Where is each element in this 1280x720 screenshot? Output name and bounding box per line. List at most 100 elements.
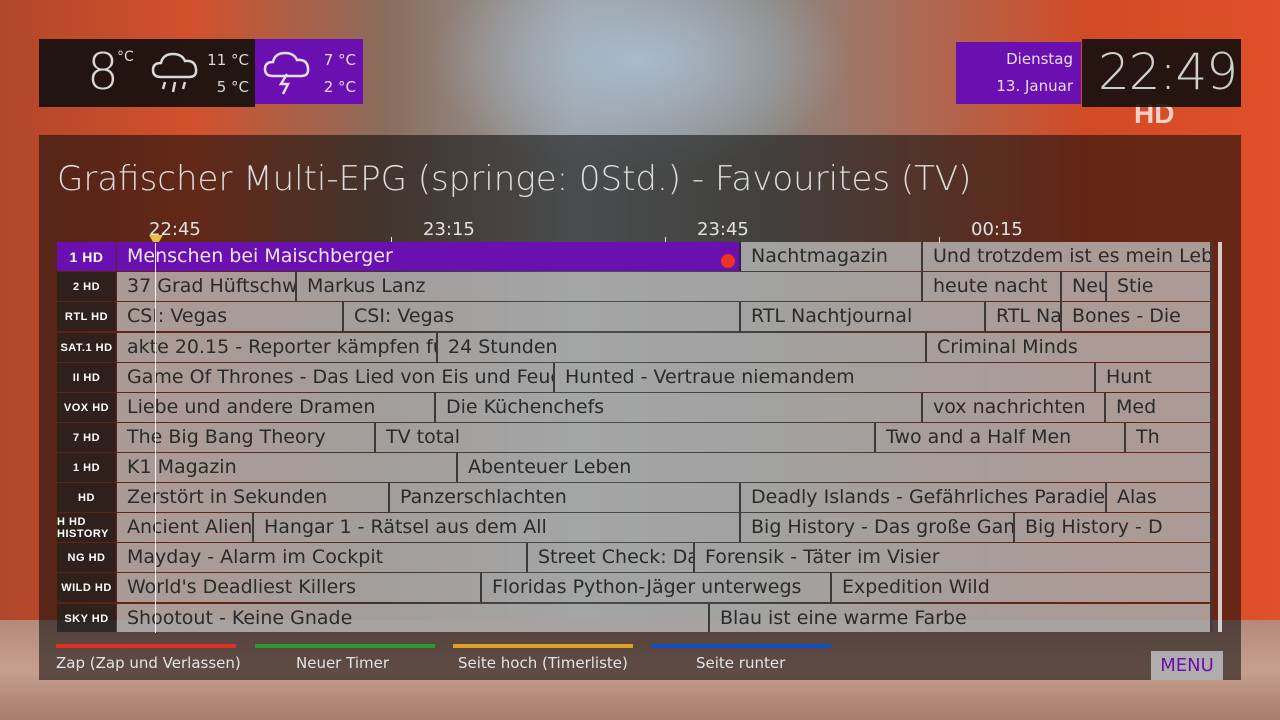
program-cell[interactable]: TV total <box>376 423 876 452</box>
blue-key-label[interactable]: Seite runter <box>696 654 785 672</box>
program-title: K1 Magazin <box>127 456 237 478</box>
program-cell[interactable]: Blau ist eine warme Farbe <box>710 604 1212 632</box>
program-cell[interactable]: Und trotzdem ist es mein Leben <box>923 242 1212 271</box>
program-cell[interactable]: Die Küchenchefs <box>436 393 923 422</box>
yellow-key-indicator <box>453 644 633 648</box>
program-title: CSI: Vegas <box>354 305 455 327</box>
program-title: Alas <box>1117 486 1157 508</box>
epg-scrollbar[interactable] <box>1218 242 1222 632</box>
program-cell[interactable]: Criminal Minds <box>927 333 1212 362</box>
program-cell[interactable]: Street Check: Das Wissen <box>528 543 695 572</box>
time-label: 23:15 <box>423 219 475 240</box>
epg-row: 7 HD The Big Bang Theory TV total Two and a… <box>57 423 1212 453</box>
program-cell[interactable]: Neu <box>1062 272 1107 301</box>
program-title: 37 Grad Hüftschwung <box>127 275 297 297</box>
program-cell[interactable]: Ancient Aliens <box>117 513 254 542</box>
rtl-hd-logo: RTL HD <box>57 302 116 331</box>
weather-forecast: 7 °C 2 °C <box>255 39 363 104</box>
program-cell[interactable]: Forensik - Täter im Visier <box>695 543 1212 572</box>
program-cell[interactable]: Expedition Wild <box>832 573 1212 602</box>
zdf-hd-logo: 2 HD <box>57 272 116 301</box>
program-cell[interactable]: CSI: Vegas <box>117 302 344 331</box>
kabel-eins-hd-logo: 1 HD <box>57 453 116 482</box>
red-key-label[interactable]: Zap (Zap und Verlassen) <box>56 654 241 672</box>
program-title: Menschen bei Maischberger <box>127 245 393 267</box>
program-title: Big History - Das große Ganze <box>751 516 1015 538</box>
program-cell[interactable]: CSI: Vegas <box>344 302 741 331</box>
program-title: Mayday - Alarm im Cockpit <box>127 546 384 568</box>
clock-time: 22:49 <box>1098 43 1238 101</box>
current-temperature: 8 <box>87 43 119 101</box>
program-title: 24 Stunden <box>448 336 558 358</box>
sky-cinema-hd-logo: SKY HD <box>57 604 116 632</box>
prosieben-hd-logo: 7 HD <box>57 423 116 452</box>
program-cell[interactable]: 37 Grad Hüftschwung <box>117 272 297 301</box>
program-cell[interactable]: Two and a Half Men <box>876 423 1126 452</box>
nat-geo-wild-hd-logo: WILD HD <box>57 573 116 602</box>
program-cell[interactable]: 24 Stunden <box>438 333 927 362</box>
blue-key-indicator <box>651 644 831 648</box>
program-cell[interactable]: Zerstört in Sekunden <box>117 483 390 512</box>
program-cell[interactable]: Th <box>1126 423 1212 452</box>
rain-cloud-icon <box>151 52 198 93</box>
program-cell[interactable]: Alas <box>1107 483 1212 512</box>
program-title: Shootout - Keine Gnade <box>127 607 353 629</box>
program-cell[interactable]: heute nacht <box>923 272 1062 301</box>
date-widget: Dienstag 13. Januar <box>956 42 1081 104</box>
program-title: Abenteuer Leben <box>468 456 632 478</box>
epg-row: SAT.1 HD akte 20.15 - Reporter kämpfen fü… <box>57 333 1212 363</box>
epg-title: Grafischer Multi-EPG (springe: 0Std.) - … <box>57 159 972 199</box>
program-cell[interactable]: Mayday - Alarm im Cockpit <box>117 543 528 572</box>
program-cell[interactable]: Big History - D <box>1015 513 1212 542</box>
green-key-label[interactable]: Neuer Timer <box>296 654 389 672</box>
program-cell[interactable]: Markus Lanz <box>297 272 923 301</box>
yellow-key-label[interactable]: Seite hoch (Timerliste) <box>458 654 628 672</box>
program-title: Bones - Die <box>1072 305 1181 327</box>
program-cell[interactable]: Game Of Thrones - Das Lied von Eis und F… <box>117 363 555 392</box>
program-title: Blau ist eine warme Farbe <box>720 607 967 629</box>
program-title: The Big Bang Theory <box>127 426 326 448</box>
program-cell[interactable]: Menschen bei Maischberger <box>117 242 741 271</box>
discovery-hd-logo: HD <box>57 483 116 512</box>
program-cell[interactable]: Hunt <box>1096 363 1212 392</box>
program-title: Stie <box>1117 275 1154 297</box>
program-cell[interactable]: Shootout - Keine Gnade <box>117 604 710 632</box>
program-cell[interactable]: vox nachrichten <box>923 393 1106 422</box>
epg-row: H HD HISTORY Ancient Aliens Hangar 1 - Rät… <box>57 513 1212 543</box>
program-title: Hunt <box>1106 366 1152 388</box>
tomorrow-low-temp: 2 °C <box>323 78 356 96</box>
program-cell[interactable]: Floridas Python-Jäger unterwegs <box>482 573 832 602</box>
program-title: vox nachrichten <box>933 396 1086 418</box>
program-cell[interactable]: Big History - Das große Ganze <box>741 513 1015 542</box>
program-title: TV total <box>386 426 461 448</box>
program-cell[interactable]: Abenteuer Leben <box>458 453 1212 482</box>
program-cell[interactable]: World's Deadliest Killers <box>117 573 482 602</box>
epg-row: 1 HD Menschen bei Maischberger Nachtmagazi… <box>57 242 1212 272</box>
program-cell[interactable]: Panzerschlachten <box>390 483 741 512</box>
sat1-hd-logo: SAT.1 HD <box>57 333 116 362</box>
tomorrow-high-temp: 7 °C <box>323 51 356 69</box>
program-cell[interactable]: Liebe und andere Dramen <box>117 393 436 422</box>
program-cell[interactable]: akte 20.15 - Reporter kämpfen für Sie <box>117 333 438 362</box>
program-cell[interactable]: Nachtmagazin <box>741 242 923 271</box>
program-cell[interactable]: Deadly Islands - Gefährliches Paradies <box>741 483 1107 512</box>
program-cell[interactable]: Hangar 1 - Rätsel aus dem All <box>254 513 741 542</box>
time-label: 00:15 <box>971 219 1023 240</box>
program-cell[interactable]: K1 Magazin <box>117 453 458 482</box>
program-cell[interactable]: RTL Nachtjournal <box>741 302 986 331</box>
menu-button[interactable]: MENU <box>1151 651 1223 680</box>
epg-row: NG HD Mayday - Alarm im Cockpit Street Che… <box>57 543 1212 573</box>
program-cell[interactable]: Stie <box>1107 272 1212 301</box>
program-title: Criminal Minds <box>937 336 1078 358</box>
clock-widget: 22:49 <box>1082 39 1241 107</box>
epg-row: VOX HD Liebe und andere Dramen Die Küchenc… <box>57 393 1212 423</box>
program-cell[interactable]: Bones - Die <box>1062 302 1212 331</box>
program-cell[interactable]: Hunted - Vertraue niemandem <box>555 363 1096 392</box>
program-cell[interactable]: Med <box>1106 393 1212 422</box>
national-geographic-hd-logo: NG HD <box>57 543 116 572</box>
program-cell[interactable]: RTL Na <box>986 302 1062 331</box>
program-title: Two and a Half Men <box>886 426 1072 448</box>
red-key-indicator <box>56 644 236 648</box>
program-title: Neu <box>1072 275 1107 297</box>
temperature-unit: °C <box>117 49 134 65</box>
